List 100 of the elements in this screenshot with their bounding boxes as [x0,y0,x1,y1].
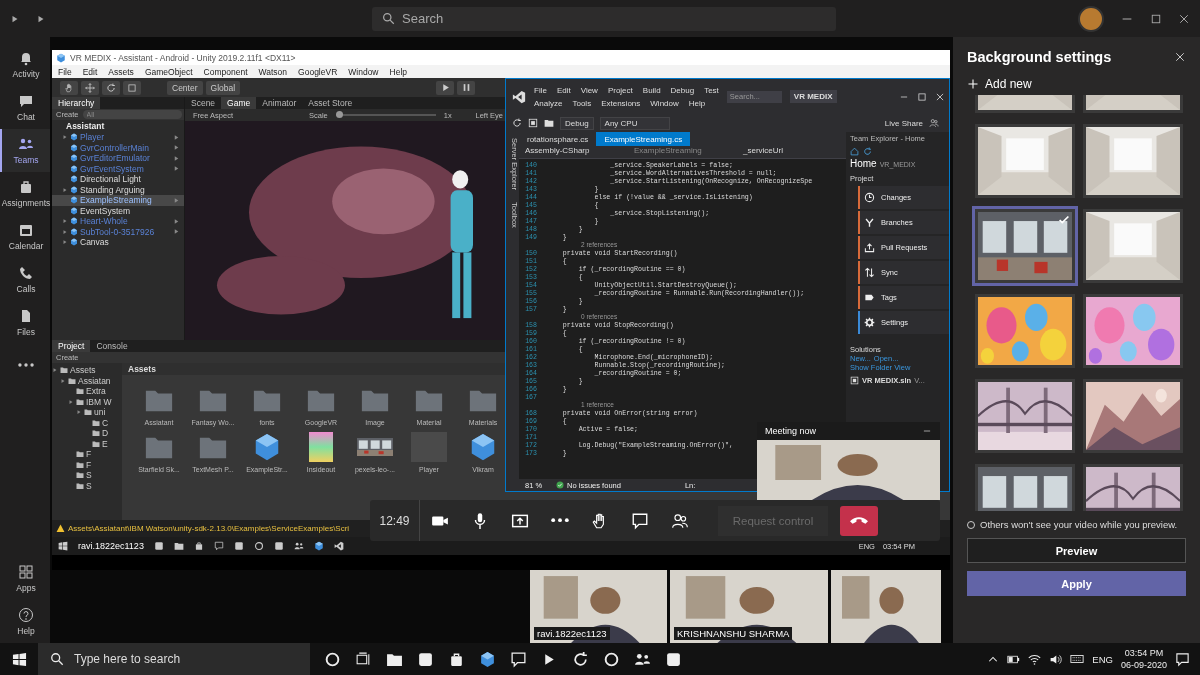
pivot-button[interactable]: Center [167,80,203,95]
menu-item[interactable]: Analyze [534,98,563,108]
keyboard-icon[interactable] [1070,652,1085,666]
rotate-tool-button[interactable] [102,80,120,95]
move-tool-button[interactable] [81,80,99,95]
folder-name[interactable]: uni [94,407,106,418]
rail-item[interactable]: Calls [0,258,50,301]
slider-thumb[interactable] [335,111,343,118]
folder-name[interactable]: F [86,449,92,460]
rail-item[interactable]: Chat [0,86,50,129]
cube-icon[interactable] [479,650,496,668]
menu-item[interactable]: View [580,85,598,95]
hand-tool-button[interactable] [60,80,78,95]
bag-icon[interactable] [193,541,204,551]
menu-item[interactable]: Window [348,66,379,77]
windows-logo-icon[interactable] [58,541,68,551]
rail-item[interactable]: Calendar [0,215,50,258]
document-tab[interactable]: rotationsphare.cs [519,132,597,146]
rail-item[interactable]: Teams [0,129,50,172]
menu-item[interactable]: Project [607,85,633,95]
hierarchy-item[interactable]: Canvas [80,237,109,248]
rail-item[interactable]: Files [0,301,50,344]
hang-up-button[interactable] [840,505,878,536]
cube-icon[interactable] [313,541,324,551]
view-tab[interactable]: Animator [256,97,303,109]
menu-item[interactable]: File [534,85,547,95]
play-button[interactable] [436,80,455,95]
menu-item[interactable]: Edit [82,66,98,77]
hierarchy-item[interactable]: Directional Light [80,174,141,185]
maximize-icon[interactable] [917,91,927,102]
menu-item[interactable]: GoogleVR [298,66,338,77]
menu-item[interactable]: Help [688,98,706,108]
expand-arrow-icon[interactable] [62,134,68,141]
hierarchy-item[interactable]: SubTool-0-3517926 [80,226,155,237]
hierarchy-item[interactable]: Standing Arguing [80,184,145,195]
menu-item[interactable]: File [58,66,72,77]
folder-icon[interactable] [173,541,184,551]
view-tab[interactable]: Asset Store [302,97,359,109]
platform-dropdown[interactable]: Any CPU [599,116,670,130]
folder-name[interactable]: S [86,470,92,481]
live-share-button[interactable]: Live Share [884,118,923,128]
preview-button[interactable]: Preview [967,538,1186,563]
wifi-icon[interactable] [1028,652,1042,666]
app-icon[interactable] [417,650,434,668]
menu-item[interactable]: Help [389,66,407,77]
notification-icon[interactable] [1175,651,1190,667]
account-icon[interactable] [929,118,939,128]
visual-studio-icon[interactable] [333,541,344,551]
app-icon[interactable] [273,541,284,551]
home-icon[interactable] [850,146,859,156]
scale-tool-button[interactable] [123,80,141,95]
configuration-dropdown[interactable]: Debug [560,116,594,130]
menu-item[interactable]: GameObject [144,66,193,77]
circle-icon[interactable] [603,650,620,668]
folder-name[interactable]: D [102,428,109,439]
view-tab[interactable]: Scene [185,97,222,109]
hierarchy-item[interactable]: GvrEditorEmulator [80,153,150,164]
hierarchy-item[interactable]: GvrEventSystem [80,163,144,174]
menu-item[interactable]: Tools [572,98,592,108]
mail-icon[interactable] [510,650,527,668]
rail-item[interactable]: Activity [0,43,50,86]
rail-item[interactable]: Apps [0,557,50,600]
document-tab[interactable]: ExampleStreaming.cs [596,132,691,146]
hierarchy-item[interactable]: EventSystem [80,205,131,216]
refresh-icon[interactable] [863,146,872,156]
menu-item[interactable]: Edit [556,85,571,95]
menu-item[interactable]: Test [704,85,719,95]
expand-arrow-icon[interactable] [62,186,68,193]
search-field[interactable]: Search [372,6,836,31]
scene-name[interactable]: Assistant [52,120,184,132]
app-icon[interactable] [233,541,244,551]
search-field[interactable]: Type here to search [38,643,310,675]
navigation-dropdown[interactable]: Assembly-CSharp [519,146,628,158]
folder-name[interactable]: S [86,480,92,491]
teams-icon[interactable] [293,541,304,551]
view-tab[interactable]: Game [221,97,257,109]
folder-name[interactable]: Assiatan [78,375,111,386]
panel-tab[interactable]: Console [90,340,134,352]
navigation-dropdown[interactable]: ExampleStreaming [628,146,737,158]
menu-item[interactable]: Extensions [601,98,641,108]
app-icon[interactable] [665,650,682,668]
close-icon[interactable] [1174,51,1186,63]
folder-name[interactable]: IBM W [86,396,112,407]
volume-icon[interactable] [1049,652,1063,666]
hierarchy-item[interactable]: Heart-Whole [80,216,128,227]
menu-item[interactable]: Component [203,66,248,77]
circle-icon[interactable] [324,650,341,668]
pivot-button[interactable]: Global [205,80,241,95]
folder-name[interactable]: F [86,459,92,470]
panel-tab[interactable]: Project [52,340,91,352]
hierarchy-tab[interactable]: Hierarchy [52,97,101,109]
windows-logo-icon[interactable] [11,651,27,667]
close-icon[interactable] [935,91,945,102]
avatar[interactable] [1078,5,1104,32]
folder-name[interactable]: Extra [86,386,106,397]
folder-name[interactable]: C [102,417,109,428]
rail-item[interactable]: Help [0,600,50,643]
clock[interactable]: 03:54 PM [1124,647,1164,659]
menu-item[interactable]: Window [650,98,679,108]
open-icon[interactable] [544,118,554,128]
